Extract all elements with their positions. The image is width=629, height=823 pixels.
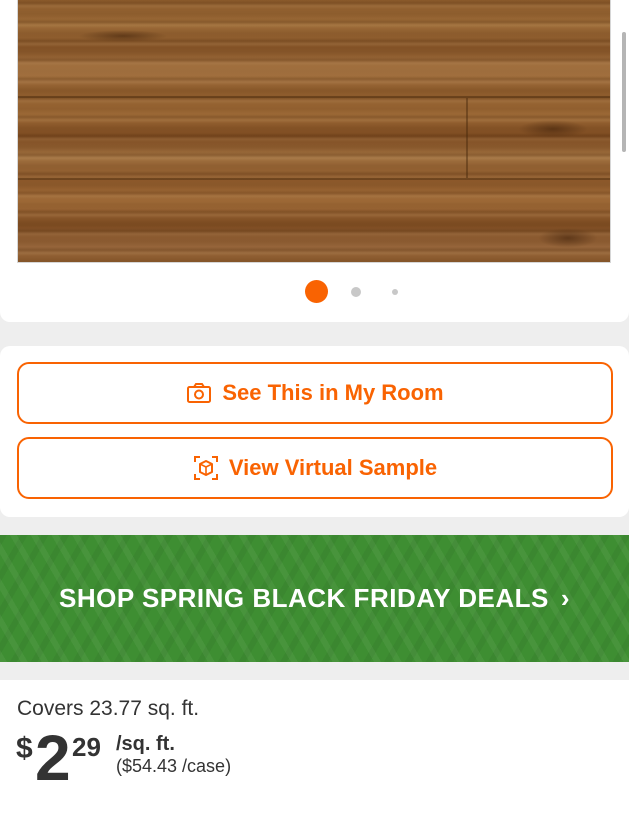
- promo-banner[interactable]: SHOP SPRING BLACK FRIDAY DEALS ›: [0, 535, 629, 662]
- view-virtual-sample-label: View Virtual Sample: [228, 455, 438, 480]
- case-price: ($54.43 /case): [116, 756, 232, 776]
- wood-knot: [538, 228, 598, 248]
- camera-icon: [186, 380, 212, 406]
- plank-seam: [18, 178, 610, 180]
- price-card: Covers 23.77 sq. ft. $ 2 29 /sq. ft. ($5…: [0, 680, 629, 823]
- coverage-text: Covers 23.77 sq. ft.: [17, 697, 200, 720]
- promo-text: SHOP SPRING BLACK FRIDAY DEALS: [59, 583, 549, 613]
- carousel-dot[interactable]: [392, 289, 398, 295]
- see-in-my-room-button[interactable]: See This in My Room: [17, 362, 613, 424]
- price-cents: 29: [72, 732, 101, 762]
- price-unit: /sq. ft.: [116, 733, 175, 755]
- price-dollars: 2: [35, 722, 71, 794]
- scrollbar[interactable]: [622, 32, 626, 152]
- wood-knot: [518, 120, 588, 138]
- carousel-dot-active[interactable]: [305, 280, 328, 303]
- product-photo[interactable]: [17, 0, 611, 263]
- plank-seam: [18, 96, 610, 98]
- wood-knot: [78, 30, 168, 42]
- ar-cube-icon: [193, 455, 219, 481]
- carousel-dots: [0, 280, 629, 304]
- product-image-card: [0, 0, 629, 322]
- plank-seam: [466, 98, 468, 178]
- carousel-dot[interactable]: [351, 287, 361, 297]
- chevron-right-icon: ›: [560, 583, 570, 613]
- view-virtual-sample-button[interactable]: View Virtual Sample: [17, 437, 613, 499]
- media-actions-card: See This in My Room View Virtual Sample: [0, 346, 629, 517]
- product-page: See This in My Room View Virtual Sample …: [0, 0, 629, 823]
- see-in-my-room-label: See This in My Room: [222, 380, 444, 405]
- currency-symbol: $: [16, 732, 33, 765]
